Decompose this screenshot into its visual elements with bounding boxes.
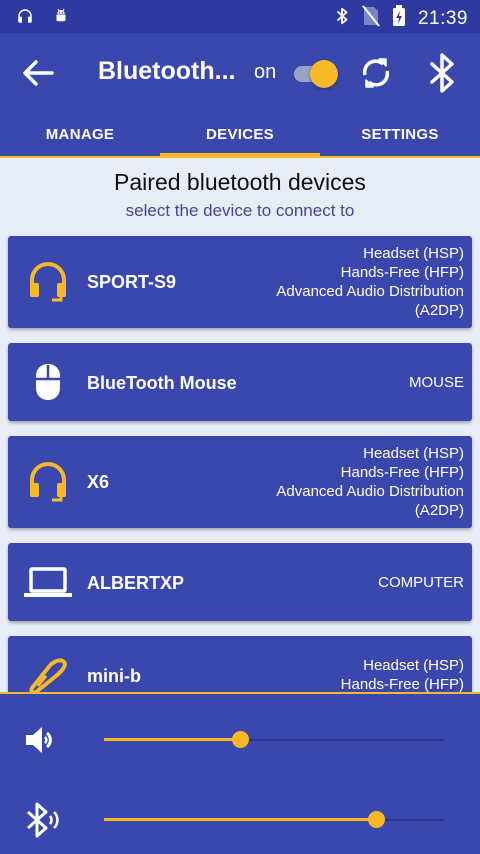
back-button[interactable] <box>18 53 58 93</box>
headset-icon <box>26 260 70 304</box>
refresh-button[interactable] <box>356 53 396 93</box>
device-services: Headset (HSP) Hands-Free (HFP) Advanced … <box>276 244 464 320</box>
device-name: mini-b <box>87 666 141 686</box>
app-bar: Bluetooth... on <box>0 33 480 111</box>
service-label: (A2DP) <box>414 502 464 519</box>
tab-bar: MANAGE DEVICES SETTINGS <box>0 111 480 158</box>
mouse-icon <box>26 360 70 404</box>
media-volume-slider[interactable] <box>104 730 444 750</box>
device-item-sport-s9[interactable]: SPORT-S9 Headset (HSP) Hands-Free (HFP) … <box>8 236 472 328</box>
laptop-icon <box>22 560 74 604</box>
service-label: COMPUTER <box>378 574 464 591</box>
status-bar: 21:39 <box>0 0 480 33</box>
device-item-albertxp[interactable]: ALBERTXP COMPUTER <box>8 543 472 621</box>
device-item-mini-b[interactable]: mini-b Headset (HSP) Hands-Free (HFP) <box>8 636 472 692</box>
device-name: BlueTooth Mouse <box>87 373 237 393</box>
headphones-status-icon <box>16 7 34 30</box>
device-name: X6 <box>87 472 110 492</box>
slider-knob[interactable] <box>232 731 249 748</box>
service-label: Headset (HSP) <box>363 245 464 262</box>
tab-manage[interactable]: MANAGE <box>0 111 160 158</box>
bluetooth-toggle[interactable] <box>292 60 338 88</box>
slider-knob[interactable] <box>368 811 385 828</box>
device-name: SPORT-S9 <box>87 272 177 292</box>
bluetooth-icon <box>430 53 454 93</box>
app-title: Bluetooth... <box>98 57 236 85</box>
service-label: Hands-Free (HFP) <box>340 264 464 281</box>
bluetooth-earpiece-icon <box>26 654 70 692</box>
service-label: MOUSE <box>408 374 464 391</box>
page-heading: Paired bluetooth devices <box>114 169 366 195</box>
device-services: Headset (HSP) Hands-Free (HFP) Advanced … <box>276 444 464 520</box>
bluetooth-status-icon <box>334 5 350 32</box>
bluetooth-button[interactable] <box>422 51 462 95</box>
android-status-icon <box>52 7 70 30</box>
device-services: Headset (HSP) Hands-Free (HFP) <box>341 656 464 692</box>
page-subheading: select the device to connect to <box>125 201 355 220</box>
device-services: COMPUTER <box>378 573 464 592</box>
service-label: Advanced Audio Distribution <box>276 283 464 300</box>
sync-icon <box>362 58 390 88</box>
slider-fill <box>104 818 376 821</box>
back-arrow-icon <box>23 60 54 86</box>
service-label: (A2DP) <box>414 302 464 319</box>
headset-icon <box>26 460 70 504</box>
service-label: Hands-Free (HFP) <box>340 676 464 692</box>
device-item-bluetooth-mouse[interactable]: BlueTooth Mouse MOUSE <box>8 343 472 421</box>
device-item-x6[interactable]: X6 Headset (HSP) Hands-Free (HFP) Advanc… <box>8 436 472 528</box>
no-sim-icon <box>362 5 380 32</box>
device-services: MOUSE <box>409 373 464 392</box>
bluetooth-audio-icon <box>22 800 62 840</box>
volume-panel <box>0 694 480 854</box>
status-time: 21:39 <box>417 7 468 29</box>
device-list-panel: Paired bluetooth devices select the devi… <box>0 158 480 692</box>
volume-icon <box>22 720 62 760</box>
bluetooth-toggle-label: on <box>254 61 277 83</box>
service-label: Hands-Free (HFP) <box>340 464 464 481</box>
service-label: Headset (HSP) <box>363 445 464 462</box>
toggle-thumb <box>310 60 338 88</box>
tab-settings[interactable]: SETTINGS <box>320 111 480 158</box>
battery-charging-icon <box>392 5 406 32</box>
tab-devices[interactable]: DEVICES <box>160 111 320 158</box>
service-label: Headset (HSP) <box>363 657 464 674</box>
service-label: Advanced Audio Distribution <box>276 483 464 500</box>
device-name: ALBERTXP <box>87 573 185 593</box>
bluetooth-volume-slider[interactable] <box>104 810 444 830</box>
slider-fill <box>104 738 240 741</box>
